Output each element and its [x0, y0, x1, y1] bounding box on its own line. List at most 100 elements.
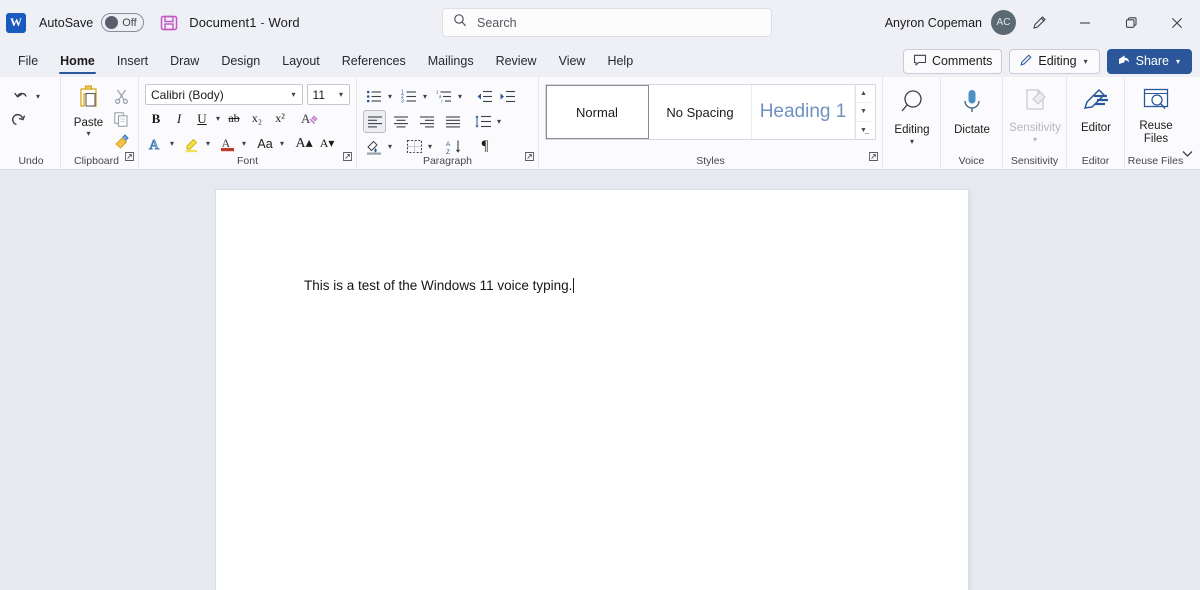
- underline-dropdown-icon[interactable]: ▾: [214, 114, 222, 123]
- underline-button[interactable]: U: [191, 108, 213, 130]
- tab-help[interactable]: Help: [596, 47, 644, 76]
- italic-button[interactable]: I: [168, 108, 190, 130]
- ribbon-group-voice: Dictate Voice: [940, 77, 1002, 169]
- chevron-down-icon: ▾: [291, 90, 296, 99]
- copy-icon[interactable]: [110, 109, 132, 129]
- sensitivity-dropdown-icon[interactable]: ▾: [1031, 135, 1039, 144]
- editing-button-label: Editing: [894, 124, 930, 136]
- increase-indent-icon[interactable]: [496, 86, 518, 108]
- save-icon[interactable]: [160, 14, 178, 32]
- editor-button[interactable]: Editor: [1073, 82, 1119, 135]
- bold-button[interactable]: B: [145, 108, 167, 130]
- bulleted-list-icon[interactable]: [363, 86, 385, 108]
- tab-references[interactable]: References: [331, 47, 417, 76]
- tab-home[interactable]: Home: [49, 47, 106, 76]
- reuse-files-icon: [1141, 87, 1171, 118]
- dictate-button[interactable]: Dictate: [947, 82, 997, 137]
- maximize-restore-button[interactable]: [1108, 0, 1154, 45]
- text-effects-dropdown-icon[interactable]: ▾: [168, 139, 176, 148]
- line-spacing-dropdown-icon[interactable]: ▾: [495, 117, 503, 126]
- line-spacing-icon[interactable]: [472, 111, 494, 133]
- shrink-font-button[interactable]: A▾: [316, 133, 338, 155]
- magnifier-find-icon: [897, 87, 927, 122]
- align-left-icon[interactable]: [363, 110, 386, 133]
- decrease-indent-icon[interactable]: [473, 86, 495, 108]
- editing-button[interactable]: Editing ▾: [889, 82, 935, 146]
- autosave-toggle[interactable]: Off: [101, 13, 145, 32]
- undo-icon[interactable]: [8, 85, 34, 108]
- minimize-button[interactable]: [1062, 0, 1108, 45]
- shading-dropdown-icon[interactable]: ▾: [386, 142, 394, 151]
- styles-dialog-launcher[interactable]: [869, 148, 878, 166]
- share-button[interactable]: Share ▾: [1106, 48, 1192, 74]
- font-color-dropdown-icon[interactable]: ▾: [240, 139, 248, 148]
- clear-formatting-icon[interactable]: A: [298, 108, 320, 130]
- tab-review[interactable]: Review: [485, 47, 548, 76]
- font-size-combobox[interactable]: 11 ▾: [306, 84, 350, 105]
- reuse-files-button[interactable]: Reuse Files: [1131, 82, 1181, 146]
- search-input[interactable]: Search: [442, 8, 772, 37]
- text-highlight-icon[interactable]: [181, 133, 203, 155]
- highlight-dropdown-icon[interactable]: ▾: [204, 139, 212, 148]
- change-case-button[interactable]: Aa: [253, 133, 277, 155]
- multilevel-list-icon[interactable]: 1 a i: [433, 86, 455, 108]
- paragraph-dialog-launcher[interactable]: [525, 148, 534, 166]
- align-center-icon[interactable]: [390, 111, 412, 133]
- document-page[interactable]: This is a test of the Windows 11 voice t…: [216, 190, 968, 590]
- word-window: W AutoSave Off Document1 - Word Search A…: [0, 0, 1200, 590]
- comments-button[interactable]: Comments: [902, 48, 1003, 74]
- text-effects-icon[interactable]: A: [145, 133, 167, 155]
- multilevel-dropdown-icon[interactable]: ▾: [456, 92, 464, 101]
- user-name[interactable]: Anyron Copeman: [885, 16, 982, 30]
- paste-dropdown-icon[interactable]: ▾: [84, 129, 92, 138]
- editing-mode-label: Editing: [1038, 54, 1077, 68]
- avatar[interactable]: AC: [991, 10, 1016, 35]
- clipboard-dialog-launcher[interactable]: [125, 148, 134, 166]
- change-case-dropdown-icon[interactable]: ▾: [278, 139, 286, 148]
- ribbon-tabs: File Home Insert Draw Design Layout Refe…: [0, 45, 1200, 77]
- font-name-combobox[interactable]: Calibri (Body) ▾: [145, 84, 303, 105]
- sensitivity-button[interactable]: Sensitivity ▾: [1009, 82, 1061, 144]
- document-body-text[interactable]: This is a test of the Windows 11 voice t…: [304, 278, 575, 293]
- bullets-dropdown-icon[interactable]: ▾: [386, 92, 394, 101]
- svg-text:A: A: [301, 111, 311, 126]
- tab-insert[interactable]: Insert: [106, 47, 159, 76]
- styles-scroll-down-icon[interactable]: ▼: [856, 103, 871, 122]
- paste-button[interactable]: Paste ▾: [67, 82, 110, 138]
- tab-draw[interactable]: Draw: [159, 47, 210, 76]
- justify-icon[interactable]: [442, 111, 464, 133]
- editing-mode-button[interactable]: Editing ▾: [1009, 48, 1100, 74]
- style-heading-1[interactable]: Heading 1: [752, 85, 855, 139]
- tabs-right-cluster: Comments Editing ▾ Share ▾: [902, 45, 1192, 77]
- styles-scroll-up-icon[interactable]: ▲: [856, 85, 871, 104]
- superscript-button[interactable]: x²: [269, 108, 291, 130]
- tab-design[interactable]: Design: [210, 47, 271, 76]
- pen-annotate-icon[interactable]: [1016, 0, 1062, 45]
- tab-file[interactable]: File: [7, 47, 49, 76]
- style-no-spacing[interactable]: No Spacing: [649, 85, 752, 139]
- editing-dropdown-icon[interactable]: ▾: [908, 137, 916, 146]
- borders-dropdown-icon[interactable]: ▾: [426, 142, 434, 151]
- font-color-icon[interactable]: A: [217, 133, 239, 155]
- styles-more-icon[interactable]: ▼̲: [856, 122, 871, 139]
- styles-scrollbar[interactable]: ▲ ▼ ▼̲: [855, 85, 871, 139]
- tab-layout[interactable]: Layout: [271, 47, 331, 76]
- grow-font-button[interactable]: A▴: [293, 133, 315, 155]
- align-right-icon[interactable]: [416, 111, 438, 133]
- tab-view[interactable]: View: [548, 47, 597, 76]
- tab-mailings[interactable]: Mailings: [417, 47, 485, 76]
- ribbon-collapse-icon[interactable]: [1181, 147, 1194, 165]
- font-dialog-launcher[interactable]: [343, 148, 352, 166]
- redo-icon[interactable]: [8, 111, 34, 134]
- subscript-button[interactable]: x₂: [246, 108, 268, 130]
- document-canvas[interactable]: This is a test of the Windows 11 voice t…: [0, 170, 1200, 590]
- cut-icon[interactable]: [110, 86, 132, 106]
- close-button[interactable]: [1154, 0, 1200, 45]
- style-normal[interactable]: Normal: [546, 85, 649, 139]
- numbered-list-icon[interactable]: 1 2 3: [398, 86, 420, 108]
- undo-dropdown-icon[interactable]: ▾: [34, 92, 42, 101]
- document-title[interactable]: Document1 - Word: [189, 15, 300, 30]
- numbering-dropdown-icon[interactable]: ▾: [421, 92, 429, 101]
- autosave-toggle-knob: [105, 16, 119, 29]
- strikethrough-button[interactable]: ab: [223, 108, 245, 130]
